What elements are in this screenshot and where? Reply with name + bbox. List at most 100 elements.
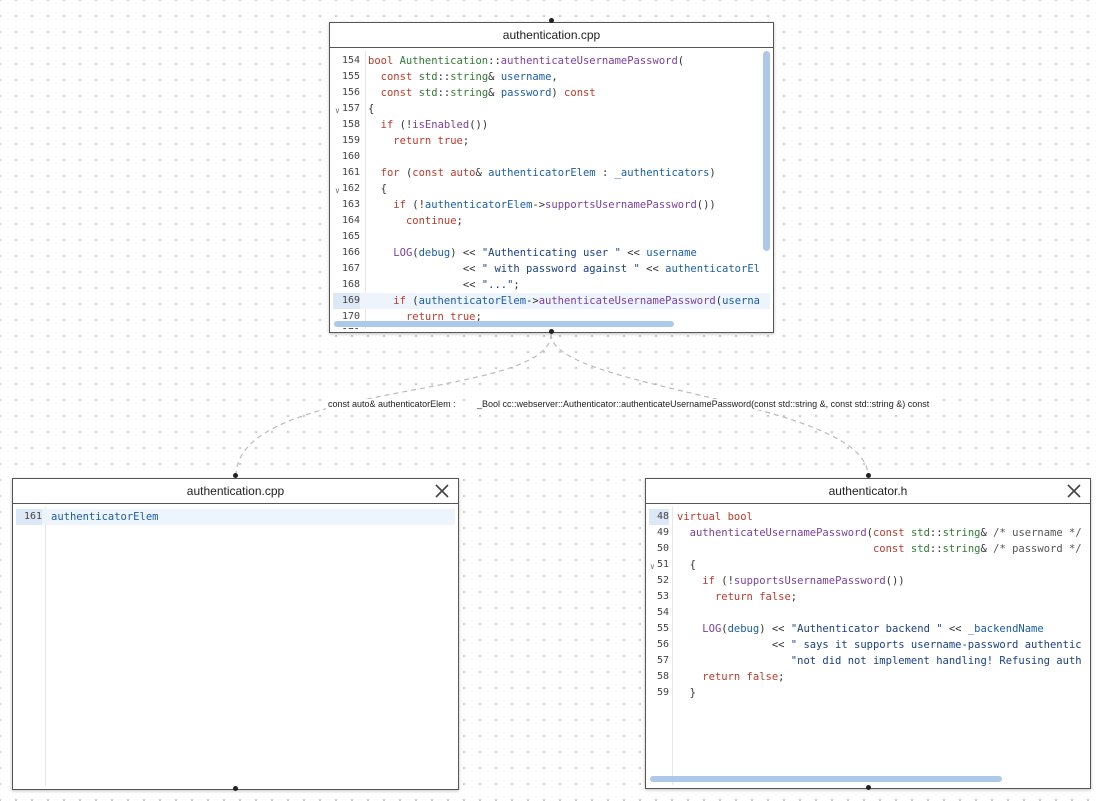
code-token: ) xyxy=(551,87,565,99)
code-line[interactable]: 59 } xyxy=(649,685,1087,701)
code-token: :: xyxy=(488,55,501,67)
bottom-right-code-panel[interactable]: authenticator.h 48 virtual bool 49 authent… xyxy=(645,478,1091,789)
code-token: const xyxy=(380,71,419,83)
code-line[interactable]: 57 "not did not implement handling! Refu… xyxy=(649,653,1087,669)
code-token: & xyxy=(980,543,994,555)
code-line[interactable]: 163 if (!authenticatorElem->supportsUser… xyxy=(333,197,770,213)
code-token: const xyxy=(873,527,911,539)
code-line[interactable]: 51 ∨ { xyxy=(649,557,1087,573)
line-number: 165 xyxy=(341,231,360,242)
code-line[interactable]: 166 LOG(debug) << "Authenticating user "… xyxy=(333,245,770,261)
line-number: 53 xyxy=(656,591,669,602)
horizontal-scrollbar[interactable] xyxy=(650,776,1002,782)
code-line[interactable]: 165 xyxy=(333,229,770,245)
code-line[interactable]: 58 return false; xyxy=(649,669,1087,685)
code-token: string xyxy=(450,87,489,99)
code-line[interactable]: 48 virtual bool xyxy=(649,509,1087,525)
line-number: 59 xyxy=(656,687,669,698)
code-text: if (!isEnabled()) xyxy=(368,117,489,133)
line-number: 166 xyxy=(341,247,360,258)
code-token: username xyxy=(500,71,552,83)
code-token: _backendName xyxy=(967,623,1044,635)
code-token: /* password */ xyxy=(993,543,1082,555)
line-number: 58 xyxy=(656,671,669,682)
edge-label-right: _Bool cc::webserver::Authenticator::auth… xyxy=(475,399,932,410)
code-text: const std::string& /* password */ xyxy=(677,541,1082,557)
close-icon[interactable] xyxy=(434,483,450,499)
code-token: { xyxy=(368,183,387,195)
code-line[interactable]: 157 ∨{ xyxy=(333,101,770,117)
code-text: const std::string& username, xyxy=(368,69,558,85)
code-token: Authentication xyxy=(399,55,489,67)
code-token: : xyxy=(595,167,615,179)
code-line[interactable]: 160 xyxy=(333,149,770,165)
code-line[interactable]: 156 const std::string& password) const xyxy=(333,85,770,101)
code-text: LOG(debug) << "Authenticating user " << … xyxy=(368,245,697,261)
code-line[interactable]: 49 authenticateUsernamePassword(const st… xyxy=(649,525,1087,541)
top-code-panel[interactable]: authentication.cpp 154 bool Authenticatio… xyxy=(329,22,774,333)
code-line[interactable]: 52 if (!supportsUsernamePassword()) xyxy=(649,573,1087,589)
horizontal-scrollbar[interactable] xyxy=(334,321,674,327)
bottom-left-panel-bottom-anchor xyxy=(233,786,238,791)
code-token: (! xyxy=(412,199,425,211)
line-number: 168 xyxy=(341,279,360,290)
line-number: 48 xyxy=(649,509,669,525)
vertical-scrollbar[interactable] xyxy=(763,51,770,251)
code-token: if xyxy=(702,575,722,587)
code-token: authenticatorEl xyxy=(665,263,760,275)
code-text: { xyxy=(677,557,696,573)
code-token: { xyxy=(677,559,696,571)
code-line[interactable]: 169 if (authenticatorElem->authenticateU… xyxy=(333,293,770,309)
code-line[interactable]: 50 const std::string& /* password */ xyxy=(649,541,1087,557)
code-line[interactable]: 53 return false; xyxy=(649,589,1087,605)
code-text: LOG(debug) << "Authenticator backend " <… xyxy=(677,621,1044,637)
code-token: & xyxy=(475,167,489,179)
code-line[interactable]: 54 xyxy=(649,605,1087,621)
code-token: << xyxy=(942,623,968,635)
line-number: 57 xyxy=(656,655,669,666)
code-token: :: xyxy=(929,527,943,539)
code-line[interactable]: 161 for (const auto& authenticatorElem :… xyxy=(333,165,770,181)
code-token: & xyxy=(980,527,994,539)
code-editor[interactable]: 161 authenticatorElem xyxy=(16,507,455,786)
code-line[interactable]: 159 return true; xyxy=(333,133,770,149)
code-token: username xyxy=(646,247,697,259)
code-token: string xyxy=(942,527,981,539)
code-token: authenticatorElem xyxy=(418,295,527,307)
line-number: 54 xyxy=(656,607,669,618)
code-line[interactable]: 167 << " with password against " << auth… xyxy=(333,261,770,277)
code-line[interactable]: 56 << " says it supports username-passwo… xyxy=(649,637,1087,653)
code-token: bool xyxy=(368,55,400,67)
code-line[interactable]: 158 if (!isEnabled()) xyxy=(333,117,770,133)
line-number: 160 xyxy=(341,151,360,162)
code-editor[interactable]: 48 virtual bool 49 authenticateUsernamePas… xyxy=(649,507,1087,785)
close-icon[interactable] xyxy=(1066,483,1082,499)
code-line[interactable]: 154 bool Authentication::authenticateUser… xyxy=(333,53,770,69)
code-line[interactable]: 55 LOG(debug) << "Authenticator backend … xyxy=(649,621,1087,637)
code-line[interactable]: 155 const std::string& username, xyxy=(333,69,770,85)
bottom-left-code-panel[interactable]: authentication.cpp 161 authenticatorElem xyxy=(12,478,459,790)
code-token: & xyxy=(488,71,501,83)
code-token: -> xyxy=(532,199,546,211)
code-token: string xyxy=(942,543,981,555)
code-token: continue xyxy=(405,215,457,227)
code-token: password xyxy=(500,87,552,99)
code-token: "Authenticating user " xyxy=(481,247,621,259)
code-token: isEnabled xyxy=(412,119,470,131)
code-token: return false xyxy=(702,671,779,683)
code-text: if (authenticatorElem->authenticateUsern… xyxy=(368,293,760,309)
code-line[interactable]: 164 continue; xyxy=(333,213,770,229)
code-text: << " with password against " << authenti… xyxy=(368,261,760,277)
code-editor[interactable]: 154 bool Authentication::authenticateUser… xyxy=(333,51,770,329)
code-token: _authenticators xyxy=(614,167,710,179)
code-line[interactable]: 162 ∨ { xyxy=(333,181,770,197)
code-line[interactable]: 161 authenticatorElem xyxy=(16,509,455,525)
code-token: std xyxy=(910,527,930,539)
code-token: } xyxy=(677,687,696,699)
code-line[interactable]: 168 << "..."; xyxy=(333,277,770,293)
code-token: ; xyxy=(456,215,463,227)
